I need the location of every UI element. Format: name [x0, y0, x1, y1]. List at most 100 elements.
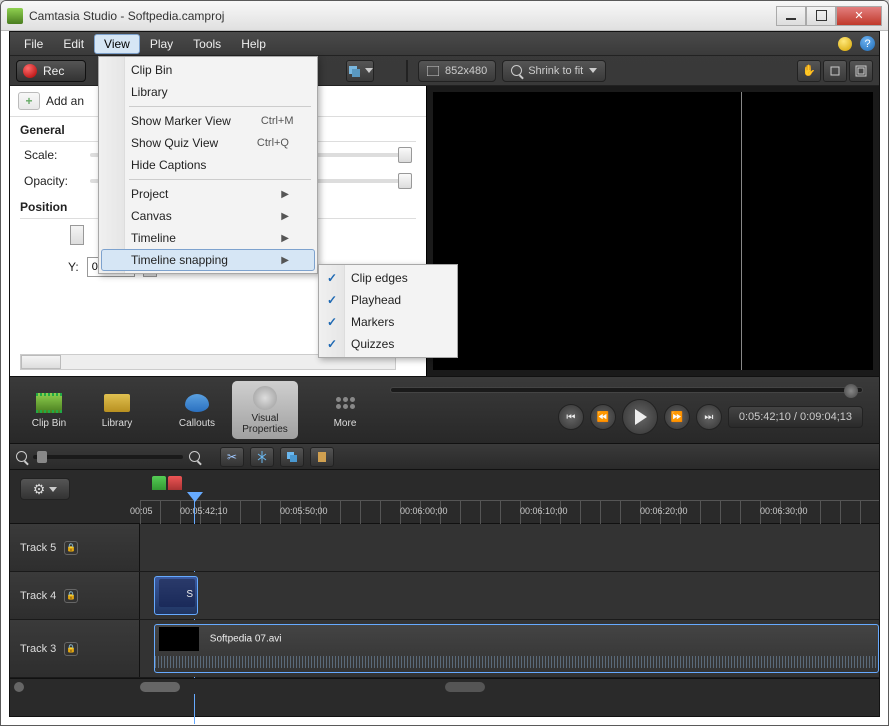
- tab-library[interactable]: Library: [84, 381, 150, 439]
- menu-item-library[interactable]: Library: [101, 81, 315, 103]
- split-button[interactable]: [250, 447, 274, 467]
- zoom-slider[interactable]: [33, 455, 183, 459]
- timeline-settings-button[interactable]: ⚙: [20, 478, 70, 500]
- titlebar: Camtasia Studio - Softpedia.camproj: [1, 1, 888, 31]
- track-body[interactable]: [140, 524, 879, 571]
- prev-button[interactable]: ⏮: [558, 404, 584, 430]
- import-dropdown[interactable]: [346, 60, 374, 82]
- scissors-icon: ✂: [227, 450, 237, 464]
- submenu-arrow-icon: ▶: [281, 211, 289, 222]
- scroll-thumb-secondary[interactable]: [445, 682, 485, 692]
- menu-edit[interactable]: Edit: [53, 34, 94, 54]
- tab-label: Callouts: [179, 418, 215, 429]
- submenu-arrow-icon: ▶: [281, 233, 289, 244]
- media-tabs: Clip Bin Library Callouts Visual Propert…: [10, 376, 879, 444]
- app-chrome: File Edit View Play Tools Help ? Rec: [9, 31, 880, 717]
- menu-play[interactable]: Play: [140, 34, 183, 54]
- maximize-button[interactable]: [806, 6, 836, 26]
- close-button[interactable]: [836, 6, 882, 26]
- paste-button[interactable]: [310, 447, 334, 467]
- video-clip[interactable]: S: [154, 576, 198, 615]
- track-row: Track 4 🔒 S: [10, 572, 879, 620]
- fullscreen-button[interactable]: [849, 60, 873, 82]
- chevron-down-icon: [589, 68, 597, 73]
- in-marker[interactable]: [152, 476, 166, 490]
- zoom-dropdown[interactable]: Shrink to fit: [502, 60, 606, 82]
- menu-view[interactable]: View: [94, 34, 140, 54]
- copy-button[interactable]: [280, 447, 304, 467]
- x-stepper[interactable]: [70, 225, 84, 245]
- play-button[interactable]: [622, 399, 658, 435]
- menu-item-show-quiz-view[interactable]: Show Quiz ViewCtrl+Q: [101, 132, 315, 154]
- tab-callouts[interactable]: Callouts: [164, 381, 230, 439]
- scroll-thumb[interactable]: [140, 682, 180, 692]
- lock-icon[interactable]: 🔒: [64, 541, 78, 555]
- menubar: File Edit View Play Tools Help ?: [10, 32, 879, 56]
- minimize-button[interactable]: [776, 6, 806, 26]
- tab-more[interactable]: More: [312, 381, 378, 439]
- in-out-markers[interactable]: [152, 476, 182, 490]
- lock-icon[interactable]: 🔒: [64, 642, 78, 656]
- add-button[interactable]: +: [18, 92, 40, 110]
- y-label: Y:: [68, 260, 79, 274]
- track-name: Track 5: [20, 542, 56, 554]
- track-body[interactable]: S: [140, 572, 879, 619]
- app-window: Camtasia Studio - Softpedia.camproj File…: [0, 0, 889, 726]
- tab-label: Clip Bin: [32, 418, 66, 429]
- scroll-left-icon[interactable]: [14, 682, 24, 692]
- zoom-out-icon[interactable]: [16, 451, 27, 462]
- menu-item-hide-captions[interactable]: Hide Captions: [101, 154, 315, 176]
- track-body[interactable]: Softpedia 07.avi: [140, 620, 879, 677]
- ruler-tick: 00:05:50;00: [280, 506, 328, 516]
- menu-item-timeline[interactable]: Timeline▶: [101, 227, 315, 249]
- track-row: Track 3 🔒 Softpedia 07.avi: [10, 620, 879, 678]
- forward-button[interactable]: ⏩: [664, 404, 690, 430]
- tab-visual-properties[interactable]: Visual Properties: [232, 381, 298, 439]
- out-marker[interactable]: [168, 476, 182, 490]
- submenu-item-markers[interactable]: Markers: [321, 311, 455, 333]
- clip-label: S: [186, 589, 193, 600]
- expand-icon: [427, 66, 439, 76]
- submenu-item-clip-edges[interactable]: Clip edges: [321, 267, 455, 289]
- rewind-button[interactable]: ⏪: [590, 404, 616, 430]
- cut-button[interactable]: ✂: [220, 447, 244, 467]
- canvas-size-button[interactable]: 852x480: [418, 60, 496, 82]
- tip-icon[interactable]: [838, 37, 852, 51]
- audio-clip[interactable]: Softpedia 07.avi: [154, 624, 879, 673]
- submenu-item-quizzes[interactable]: Quizzes: [321, 333, 455, 355]
- zoom-controls: [16, 451, 200, 462]
- ruler-tick: 00:06:10;00: [520, 506, 568, 516]
- help-icon[interactable]: ?: [860, 36, 875, 51]
- add-label: Add an: [46, 94, 84, 108]
- seek-bar[interactable]: [390, 387, 863, 393]
- zoom-label: Shrink to fit: [528, 65, 583, 77]
- menu-item-timeline-snapping[interactable]: Timeline snapping▶: [101, 249, 315, 271]
- record-button[interactable]: Rec: [16, 60, 86, 82]
- track-row: Track 5 🔒: [10, 524, 879, 572]
- menu-item-show-marker-view[interactable]: Show Marker ViewCtrl+M: [101, 110, 315, 132]
- timeline-scrollbar[interactable]: [10, 678, 879, 694]
- tab-clip-bin[interactable]: Clip Bin: [16, 381, 82, 439]
- crop-button[interactable]: [823, 60, 847, 82]
- window-buttons: [776, 6, 882, 26]
- menu-file[interactable]: File: [14, 34, 53, 54]
- preview-canvas[interactable]: [433, 92, 873, 370]
- callouts-icon: [185, 394, 209, 412]
- menu-help[interactable]: Help: [231, 34, 276, 54]
- library-icon: [104, 394, 130, 412]
- submenu-item-playhead[interactable]: Playhead: [321, 289, 455, 311]
- preview-panel: [426, 86, 879, 376]
- timeline-ruler[interactable]: 00:05 00:05:42;10 00:05:50;00 00:06:00;0…: [140, 470, 879, 524]
- menu-item-clip-bin[interactable]: Clip Bin: [101, 59, 315, 81]
- waveform: [155, 656, 878, 668]
- menu-item-canvas[interactable]: Canvas▶: [101, 205, 315, 227]
- preview-right-buttons: ✋: [797, 60, 873, 82]
- menu-tools[interactable]: Tools: [183, 34, 231, 54]
- menu-item-project[interactable]: Project▶: [101, 183, 315, 205]
- pan-button[interactable]: ✋: [797, 60, 821, 82]
- zoom-in-icon[interactable]: [189, 451, 200, 462]
- lock-icon[interactable]: 🔒: [64, 589, 78, 603]
- snapping-submenu: Clip edges Playhead Markers Quizzes: [318, 264, 458, 358]
- next-button[interactable]: ⏭: [696, 404, 722, 430]
- app-icon: [7, 8, 23, 24]
